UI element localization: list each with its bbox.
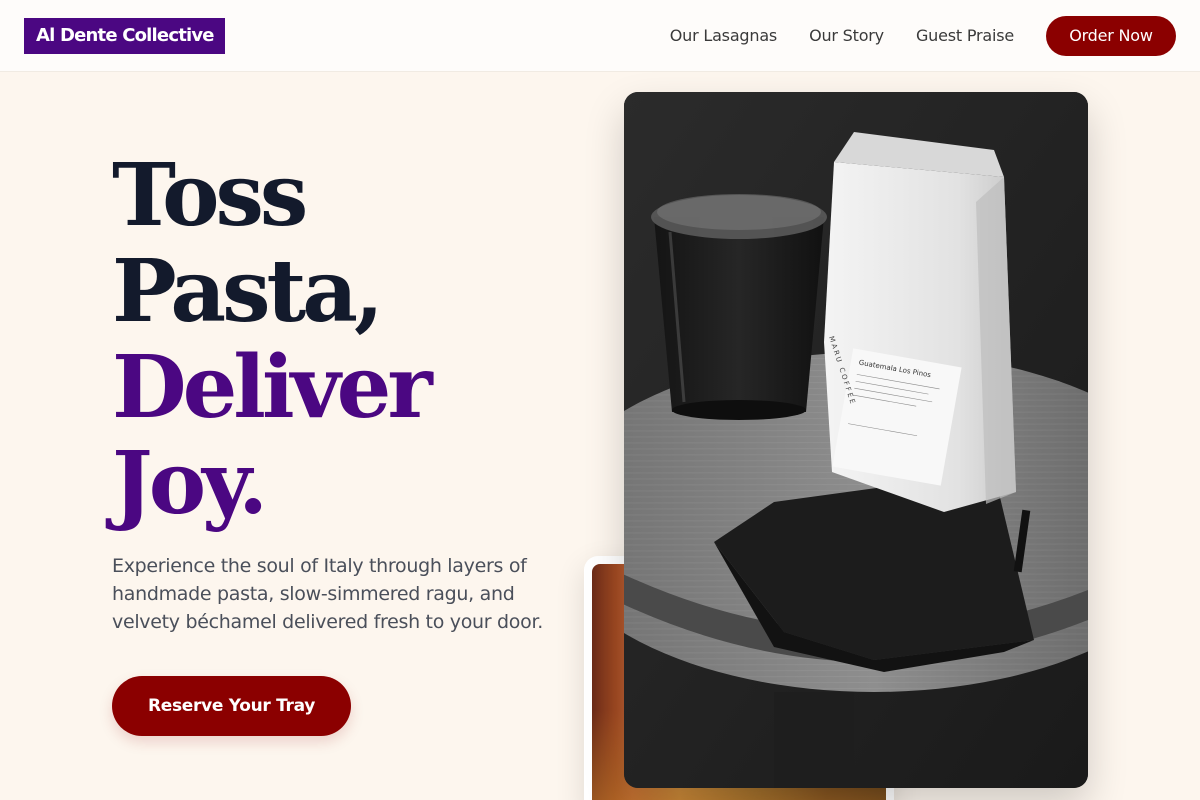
- headline-line-4: Joy.: [112, 433, 268, 534]
- hero-description: Experience the soul of Italy through lay…: [112, 555, 543, 633]
- nav-links: Our Lasagnas Our Story Guest Praise Orde…: [670, 15, 1176, 56]
- nav-link-our-lasagnas[interactable]: Our Lasagnas: [670, 26, 777, 45]
- reserve-tray-button[interactable]: Reserve Your Tray: [112, 676, 351, 736]
- nav-link-guest-praise[interactable]: Guest Praise: [916, 26, 1014, 45]
- headline-line-3: Deliver: [112, 337, 433, 438]
- hero-headline: Toss Pasta, Deliver Joy.: [112, 145, 433, 534]
- coffee-table-photo: Guatemala Los Pinos MARU COFFEE: [624, 92, 1088, 788]
- headline-line-1: Toss: [112, 145, 308, 246]
- hero-main-photo: Guatemala Los Pinos MARU COFFEE: [624, 92, 1088, 788]
- order-now-button[interactable]: Order Now: [1046, 15, 1176, 56]
- top-navigation: Al Dente Collective Our Lasagnas Our Sto…: [0, 0, 1200, 72]
- brand-logo[interactable]: Al Dente Collective: [24, 17, 225, 54]
- nav-link-our-story[interactable]: Our Story: [809, 26, 884, 45]
- headline-line-2: Pasta,: [112, 241, 384, 342]
